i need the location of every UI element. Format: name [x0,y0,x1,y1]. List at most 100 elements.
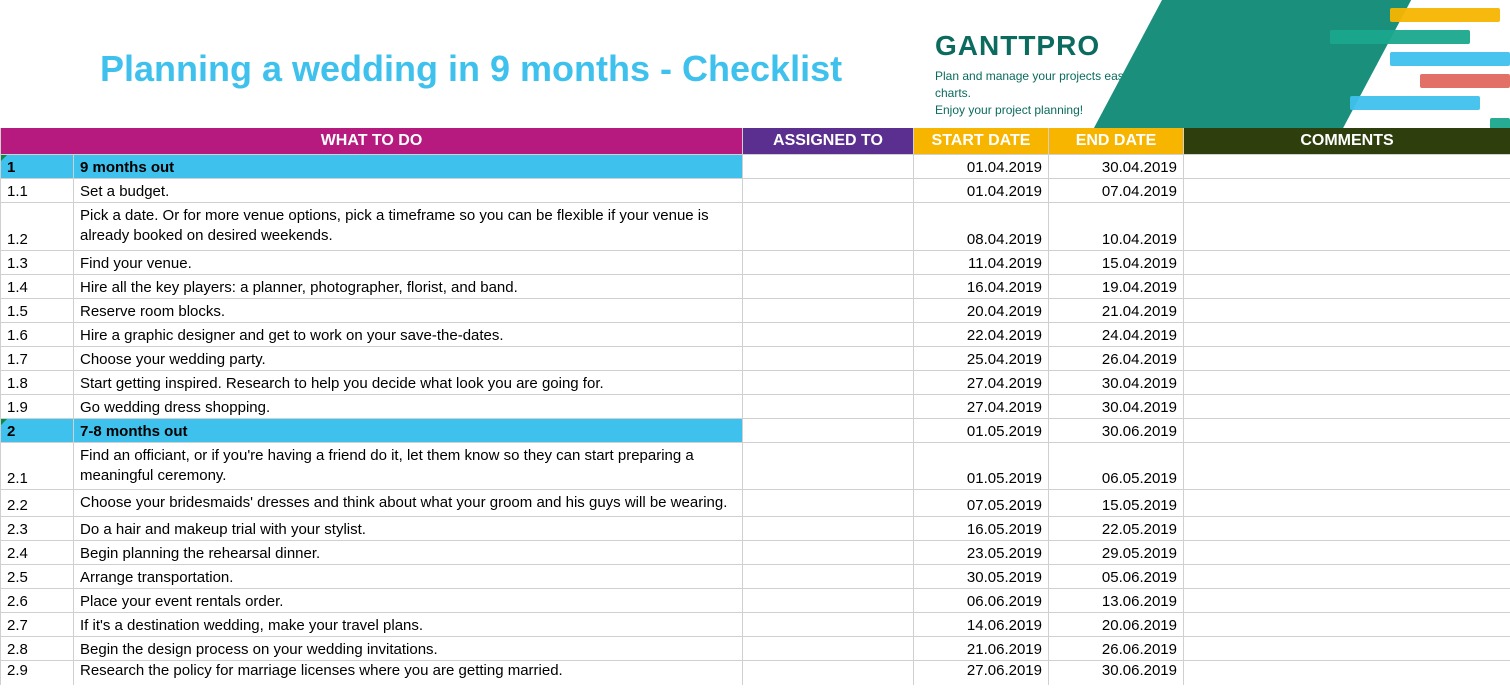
row-start-date: 27.04.2019 [914,370,1049,394]
table-row[interactable]: 1.7Choose your wedding party.25.04.20192… [1,346,1510,370]
table-row[interactable]: 2.2Choose your bridesmaids' dresses and … [1,490,1510,517]
row-comments [1184,613,1510,637]
row-assigned [743,155,914,179]
row-end-date: 07.04.2019 [1049,179,1184,203]
row-start-date: 14.06.2019 [914,613,1049,637]
row-number: 1.4 [1,274,74,298]
row-end-date: 20.06.2019 [1049,613,1184,637]
row-start-date: 16.04.2019 [914,274,1049,298]
table-row[interactable]: 2.5Arrange transportation.30.05.201905.0… [1,565,1510,589]
row-what: Begin the design process on your wedding… [74,637,743,661]
row-number: 1.8 [1,370,74,394]
col-header-what: WHAT TO DO [1,128,743,155]
row-comments [1184,637,1510,661]
row-start-date: 21.06.2019 [914,637,1049,661]
row-end-date: 15.05.2019 [1049,490,1184,517]
table-row[interactable]: 2.9Research the policy for marriage lice… [1,661,1510,685]
row-start-date: 22.04.2019 [914,322,1049,346]
table-row[interactable]: 1.8Start getting inspired. Research to h… [1,370,1510,394]
row-assigned [743,179,914,203]
table-row[interactable]: 1.3Find your venue.11.04.201915.04.2019 [1,250,1510,274]
col-header-comments: COMMENTS [1184,128,1510,155]
row-end-date: 15.04.2019 [1049,250,1184,274]
row-comments [1184,298,1510,322]
row-end-date: 06.05.2019 [1049,442,1184,490]
row-number: 2.8 [1,637,74,661]
row-what: 7-8 months out [74,418,743,442]
row-what: If it's a destination wedding, make your… [74,613,743,637]
row-end-date: 29.05.2019 [1049,541,1184,565]
row-assigned [743,517,914,541]
row-assigned [743,394,914,418]
row-comments [1184,418,1510,442]
row-start-date: 20.04.2019 [914,298,1049,322]
col-header-end: END DATE [1049,128,1184,155]
table-row[interactable]: 1.6Hire a graphic designer and get to wo… [1,322,1510,346]
row-comments [1184,565,1510,589]
section-row[interactable]: 27-8 months out01.05.201930.06.2019 [1,418,1510,442]
row-start-date: 11.04.2019 [914,250,1049,274]
row-comments [1184,589,1510,613]
row-start-date: 27.04.2019 [914,394,1049,418]
row-number: 2.6 [1,589,74,613]
table-row[interactable]: 2.6Place your event rentals order.06.06.… [1,589,1510,613]
table-row[interactable]: 1.2Pick a date. Or for more venue option… [1,203,1510,251]
table-row[interactable]: 1.5Reserve room blocks.20.04.201921.04.2… [1,298,1510,322]
row-assigned [743,637,914,661]
row-what: Begin planning the rehearsal dinner. [74,541,743,565]
row-assigned [743,346,914,370]
row-assigned [743,250,914,274]
brand-panel: GANTTPRO Plan and manage your projects e… [910,0,1510,128]
table-row[interactable]: 2.1Find an officiant, or if you're havin… [1,442,1510,490]
row-what: Arrange transportation. [74,565,743,589]
row-start-date: 08.04.2019 [914,203,1049,251]
row-start-date: 07.05.2019 [914,490,1049,517]
row-end-date: 22.05.2019 [1049,517,1184,541]
row-end-date: 30.06.2019 [1049,661,1184,685]
row-end-date: 19.04.2019 [1049,274,1184,298]
row-assigned [743,203,914,251]
row-what: Pick a date. Or for more venue options, … [74,203,743,251]
row-comments [1184,517,1510,541]
row-number: 1.3 [1,250,74,274]
row-what: Choose your bridesmaids' dresses and thi… [74,490,743,517]
row-number: 2.4 [1,541,74,565]
row-what: Choose your wedding party. [74,346,743,370]
row-assigned [743,490,914,517]
row-assigned [743,442,914,490]
row-comments [1184,442,1510,490]
table-row[interactable]: 2.3Do a hair and makeup trial with your … [1,517,1510,541]
row-number: 1.1 [1,179,74,203]
row-end-date: 30.04.2019 [1049,155,1184,179]
row-what: Go wedding dress shopping. [74,394,743,418]
row-end-date: 30.04.2019 [1049,394,1184,418]
table-row[interactable]: 1.9Go wedding dress shopping. 27.04.20193… [1,394,1510,418]
row-number: 1 [1,155,74,179]
table-row[interactable]: 1.1Set a budget. 01.04.201907.04.2019 [1,179,1510,203]
row-what: Research the policy for marriage license… [74,661,743,685]
row-end-date: 30.06.2019 [1049,418,1184,442]
table-row[interactable]: 2.8Begin the design process on your wedd… [1,637,1510,661]
row-start-date: 01.04.2019 [914,179,1049,203]
row-assigned [743,322,914,346]
row-comments [1184,661,1510,685]
row-comments [1184,179,1510,203]
row-what: Do a hair and makeup trial with your sty… [74,517,743,541]
row-what: 9 months out [74,155,743,179]
table-row[interactable]: 1.4Hire all the key players: a planner, … [1,274,1510,298]
row-what: Set a budget. [74,179,743,203]
row-end-date: 24.04.2019 [1049,322,1184,346]
row-number: 1.5 [1,298,74,322]
row-number: 2.9 [1,661,74,685]
row-number: 1.9 [1,394,74,418]
section-row[interactable]: 19 months out01.04.201930.04.2019 [1,155,1510,179]
row-end-date: 13.06.2019 [1049,589,1184,613]
table-row[interactable]: 2.7If it's a destination wedding, make y… [1,613,1510,637]
table-row[interactable]: 2.4Begin planning the rehearsal dinner. 2… [1,541,1510,565]
row-end-date: 30.04.2019 [1049,370,1184,394]
row-comments [1184,155,1510,179]
row-what: Place your event rentals order. [74,589,743,613]
row-number: 1.6 [1,322,74,346]
row-comments [1184,490,1510,517]
row-number: 2.2 [1,490,74,517]
